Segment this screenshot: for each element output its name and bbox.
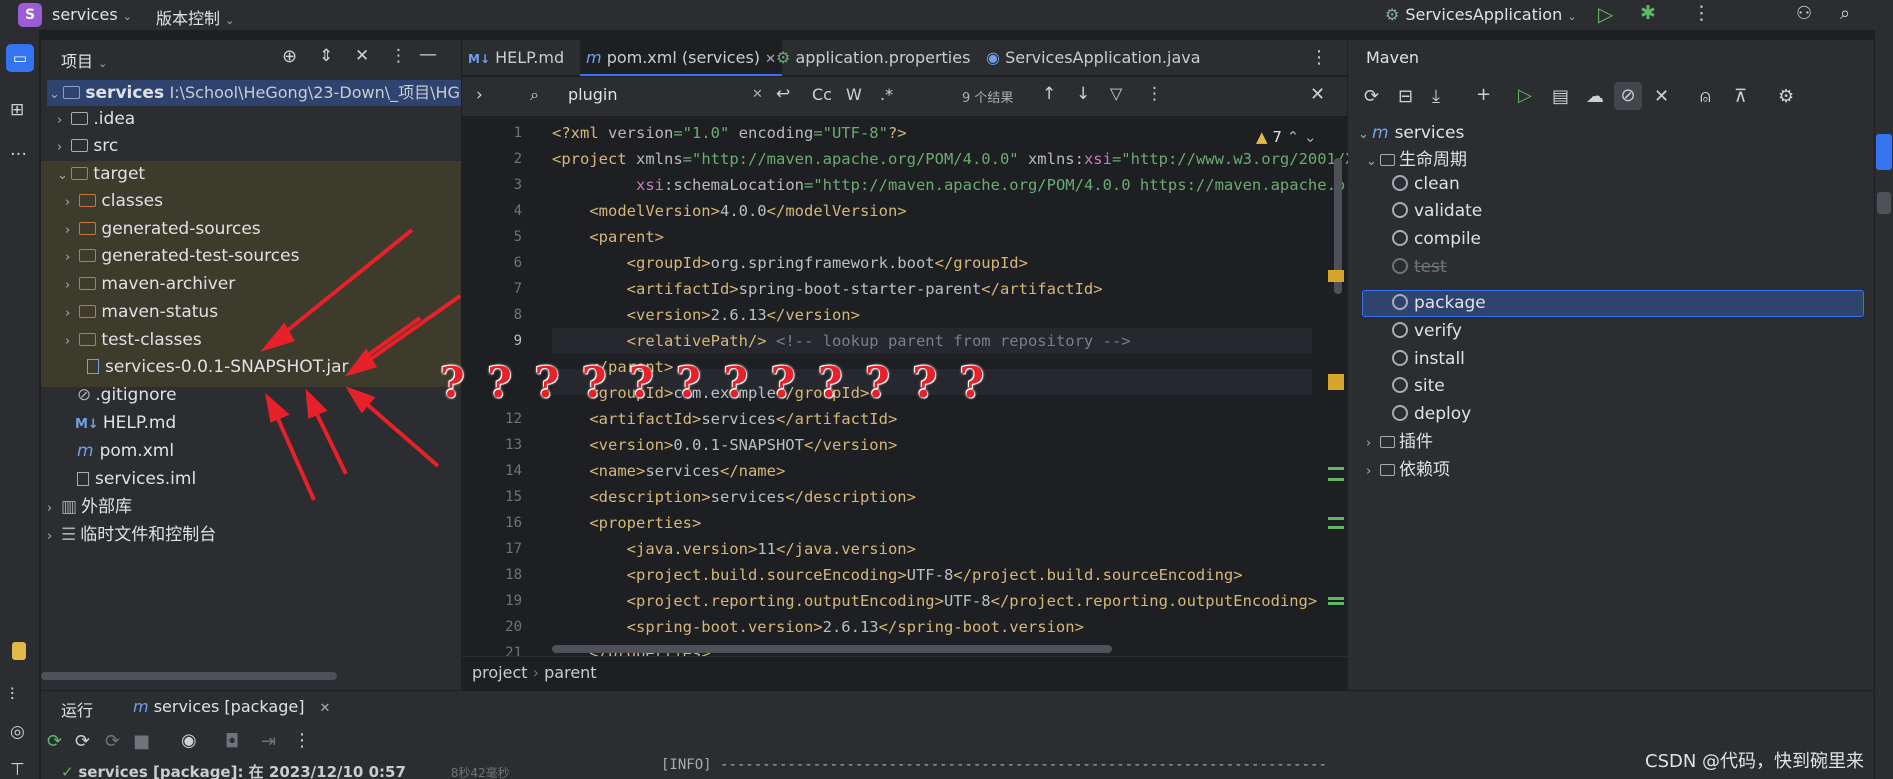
question-marks-annotation: ? ? ? ? ? ? ? ? ? ? ? ? [440, 358, 989, 407]
annotation-arrow [273, 411, 316, 501]
annotation-arrow [312, 407, 348, 475]
annotation-arrow [276, 228, 414, 340]
annotation-arrowhead [305, 388, 328, 419]
annotation-arrow [360, 294, 462, 367]
annotation-arrow [356, 316, 422, 364]
annotation-arrowhead [264, 392, 290, 423]
annotation-arrow [360, 398, 440, 468]
annotation-arrowhead [260, 322, 295, 352]
